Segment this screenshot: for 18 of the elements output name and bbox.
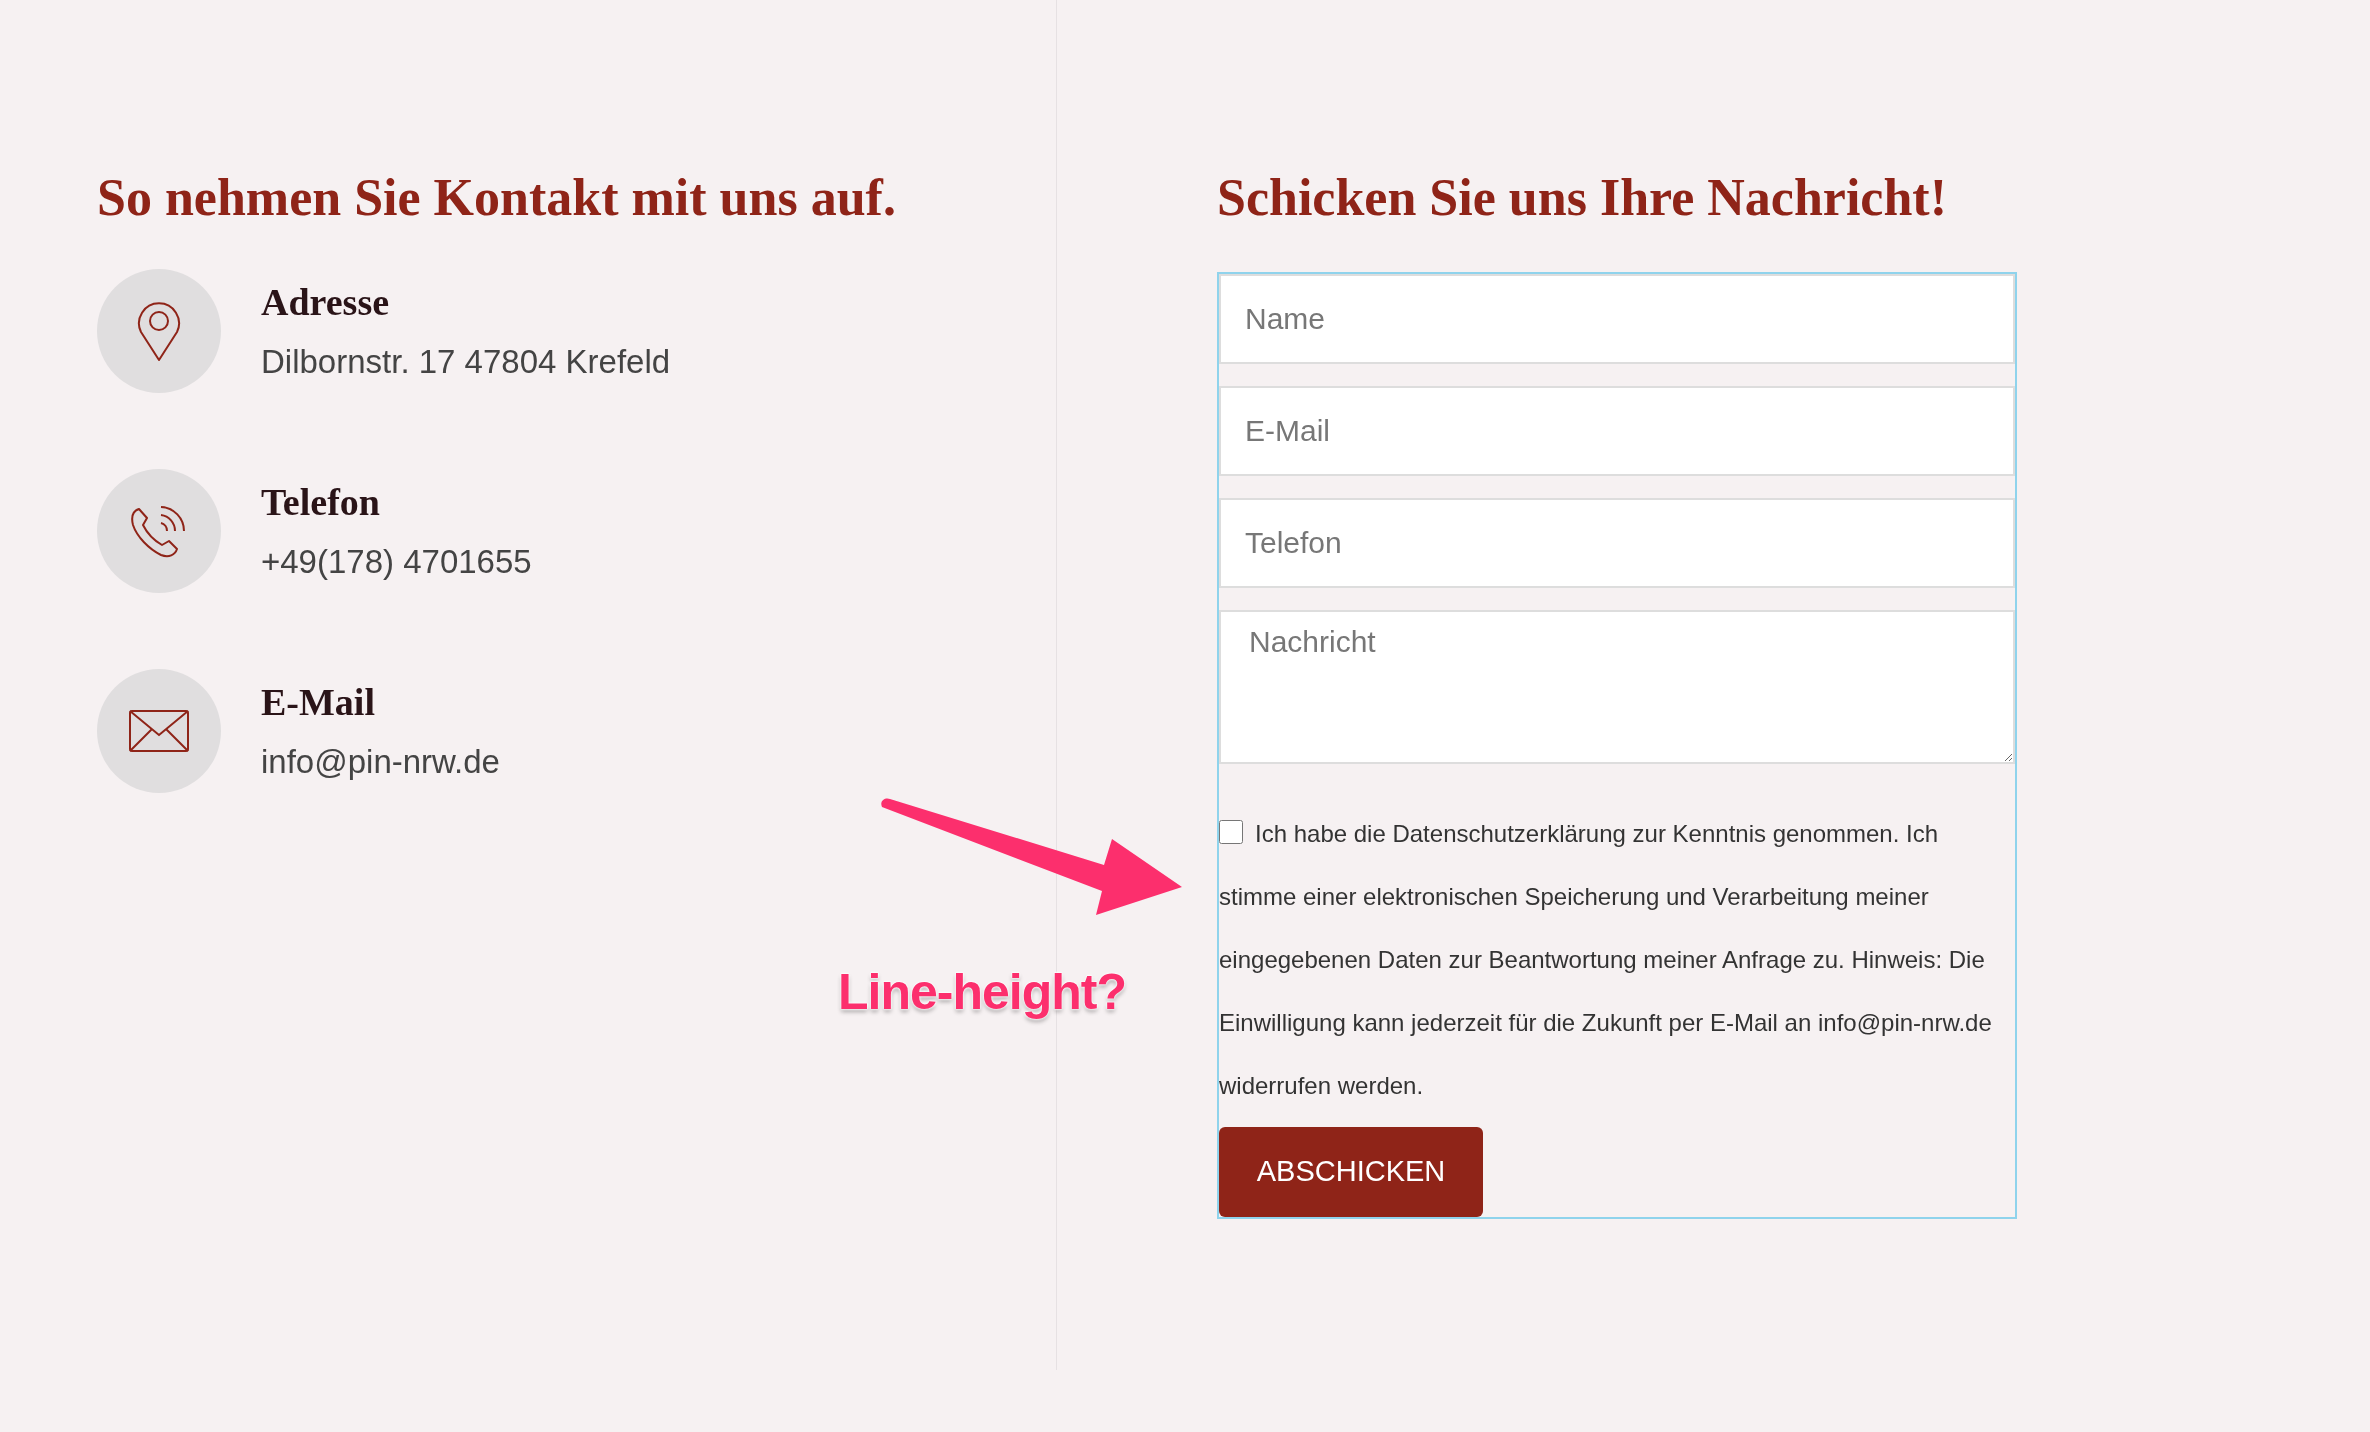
message-field[interactable]: Nachricht (1219, 610, 2015, 764)
contact-detail: +49(178) 4701655 (261, 542, 532, 582)
input-field[interactable]: E-Mail (1219, 386, 2015, 476)
contact-title: Adresse (261, 280, 391, 325)
consent-checkbox[interactable] (1219, 820, 1243, 844)
input-field[interactable]: Telefon (1219, 498, 2015, 588)
contact-detail: Dilbornstr. 17 47804 Krefeld (261, 342, 671, 382)
contact-title: Telefon (261, 480, 381, 525)
contact-heading: So nehmen Sie Kontakt mit uns auf. (97, 168, 897, 228)
input-field[interactable]: Name (1219, 274, 2015, 364)
annotation-text: Line-height? (838, 963, 1126, 1022)
consent-text: Ich habe die Datenschutzerklärung zur Kenntnis genommen. Ich stimme einer elektronischen Speicherung und Verarbeitung meiner eingegebenen Daten zur Beantwortung meiner Anfrage zu. Hinweis: Die Einwilligung kann jederzeit für die Zukunft per E-Mail an info@pin-nrw.de widerrufen werden. (1219, 819, 1993, 1101)
submit-button[interactable]: ABSCHICKEN (1219, 1127, 1483, 1217)
contact-detail: info@pin-nrw.de (261, 742, 500, 782)
contact-title: E-Mail (261, 680, 376, 725)
location-pin-icon (136, 300, 182, 362)
form-heading: Schicken Sie uns Ihre Nachricht! (1217, 168, 1948, 228)
envelope-icon (128, 709, 190, 753)
